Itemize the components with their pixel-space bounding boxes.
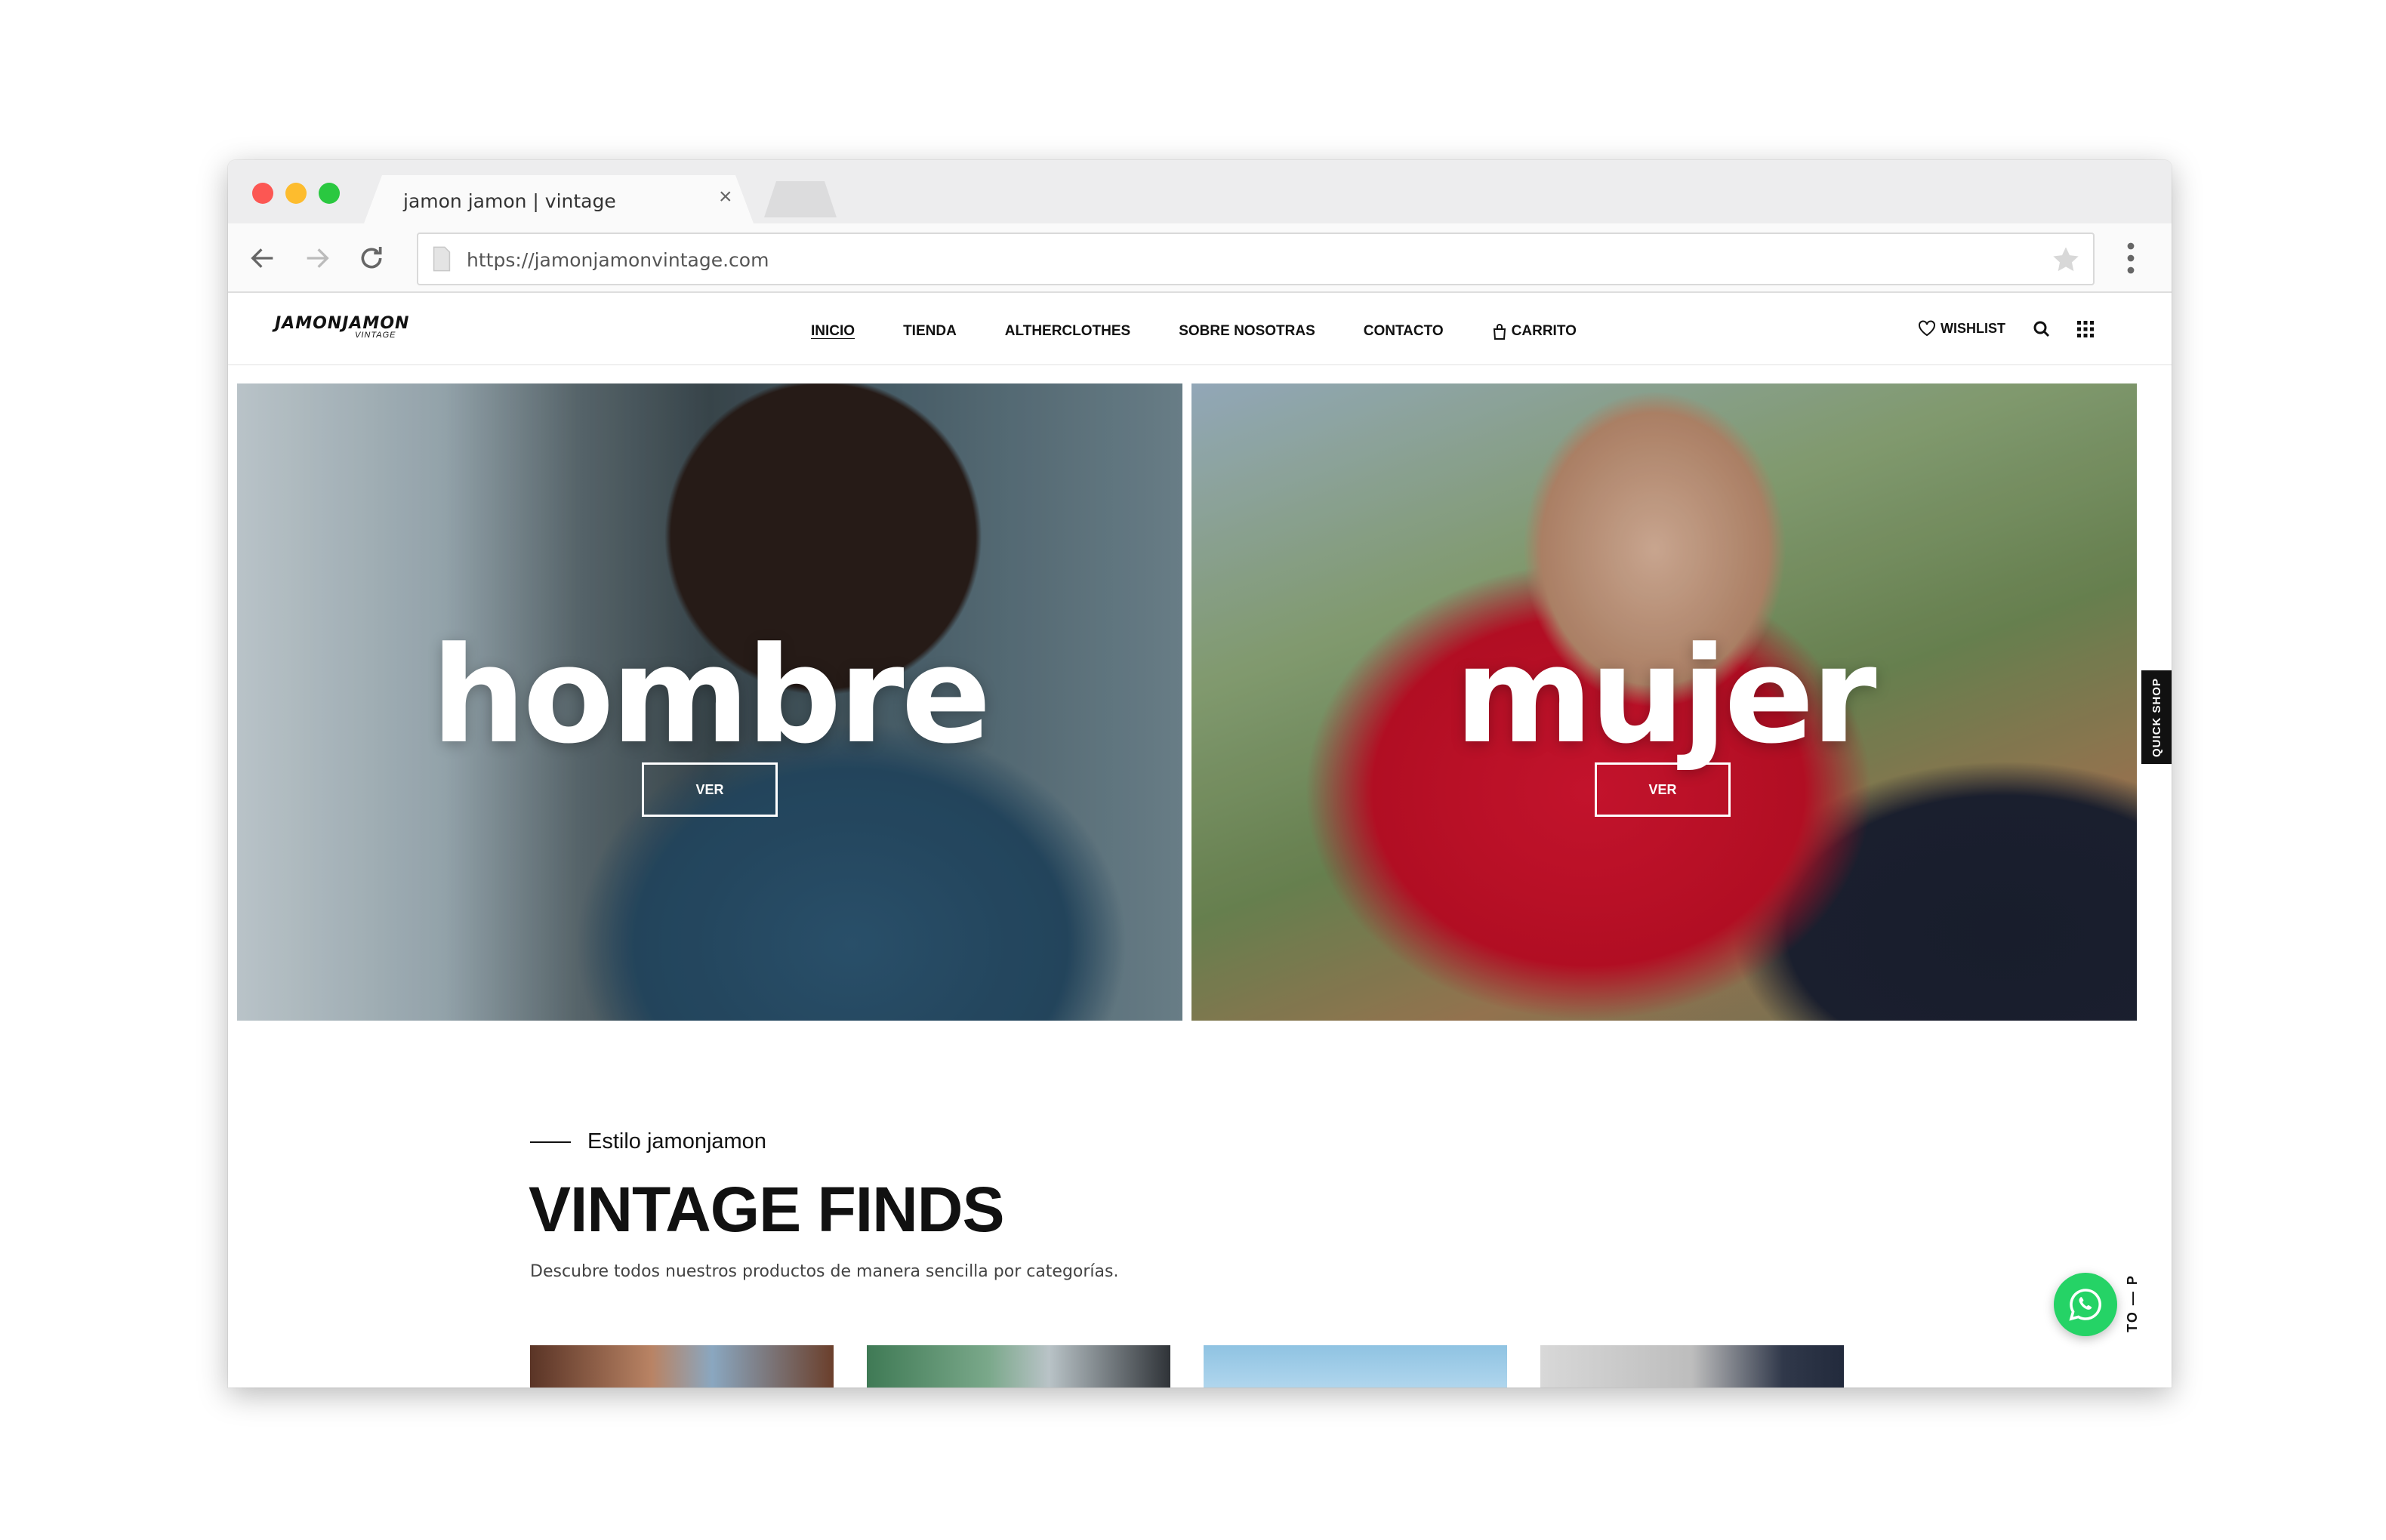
- maximize-window-button[interactable]: [319, 183, 340, 204]
- back-button[interactable]: [243, 239, 282, 278]
- hero-banner-hombre[interactable]: hombre VER: [237, 383, 1182, 1021]
- tab-title: jamon jamon | vintage: [403, 190, 616, 212]
- section-description: Descubre todos nuestros productos de man…: [530, 1262, 1119, 1281]
- quick-shop-tab[interactable]: QUICK SHOP: [2141, 670, 2172, 764]
- nav-item-carrito[interactable]: CARRITO: [1492, 320, 1577, 343]
- hero-title-mujer: mujer: [1454, 618, 1876, 773]
- browser-tab-active[interactable]: jamon jamon | vintage ×: [364, 175, 754, 223]
- browser-window: jamon jamon | vintage × https://jamonjam…: [228, 160, 2172, 1388]
- logo-sub-text: VINTAGE: [355, 331, 396, 340]
- heart-icon: [1919, 320, 1935, 337]
- nav-item-inicio[interactable]: INICIO: [811, 320, 855, 343]
- arrow-left-icon: [251, 248, 273, 268]
- browser-titlebar: jamon jamon | vintage ×: [228, 160, 2172, 223]
- site-header: JAMONJAMON VINTAGE INICIO TIENDA ALTHERC…: [228, 293, 2172, 365]
- close-window-button[interactable]: [252, 183, 273, 204]
- url-text: https://jamonjamonvintage.com: [467, 249, 769, 271]
- grid-menu-icon[interactable]: [2076, 320, 2095, 338]
- nav-item-contacto[interactable]: CONTACTO: [1364, 320, 1444, 343]
- main-navigation: INICIO TIENDA ALTHERCLOTHES SOBRE NOSOTR…: [811, 320, 1577, 343]
- quick-shop-label: QUICK SHOP: [2150, 677, 2163, 757]
- category-thumbnail[interactable]: [530, 1345, 834, 1388]
- bookmark-star-icon[interactable]: [2051, 245, 2081, 275]
- new-tab-button[interactable]: [764, 181, 837, 217]
- tab-close-icon[interactable]: ×: [719, 186, 732, 208]
- hero-title-hombre: hombre: [431, 618, 991, 773]
- scroll-to-top-label: TO — P: [2124, 1274, 2140, 1332]
- hero-banner-mujer[interactable]: mujer VER: [1191, 383, 2137, 1021]
- website-viewport: JAMONJAMON VINTAGE INICIO TIENDA ALTHERC…: [228, 293, 2172, 1388]
- site-logo[interactable]: JAMONJAMON VINTAGE: [275, 314, 411, 340]
- nav-item-tienda[interactable]: TIENDA: [903, 320, 957, 343]
- whatsapp-icon: [2069, 1289, 2101, 1321]
- category-thumbnail[interactable]: [867, 1345, 1170, 1388]
- search-icon[interactable]: [2033, 320, 2051, 338]
- wishlist-label: WISHLIST: [1941, 320, 2005, 336]
- kicker-line: [530, 1141, 571, 1143]
- nav-item-altherclothes[interactable]: ALTHERCLOTHES: [1005, 320, 1130, 343]
- bag-icon: [1493, 324, 1506, 340]
- section-kicker: Estilo jamonjamon: [530, 1129, 766, 1154]
- ver-hombre-button[interactable]: VER: [642, 762, 778, 817]
- browser-toolbar: https://jamonjamonvintage.com: [228, 223, 2172, 293]
- category-thumbnail[interactable]: [1204, 1345, 1507, 1388]
- browser-menu-icon[interactable]: [2125, 242, 2137, 275]
- category-thumbnails: [530, 1345, 1844, 1388]
- ver-mujer-button[interactable]: VER: [1595, 762, 1731, 817]
- section-kicker-text: Estilo jamonjamon: [587, 1129, 766, 1153]
- minimize-window-button[interactable]: [285, 183, 307, 204]
- forward-button[interactable]: [297, 239, 337, 278]
- arrow-right-icon: [307, 248, 329, 268]
- page-icon: [433, 246, 451, 272]
- reload-icon: [361, 247, 382, 269]
- category-thumbnail[interactable]: [1540, 1345, 1844, 1388]
- section-title: VINTAGE FINDS: [529, 1174, 1004, 1245]
- scroll-to-top[interactable]: TO — P: [2117, 1258, 2147, 1348]
- reload-button[interactable]: [352, 239, 391, 278]
- whatsapp-button[interactable]: [2054, 1273, 2117, 1336]
- wishlist-link[interactable]: WISHLIST: [1918, 320, 2005, 337]
- nav-item-sobre-nosotras[interactable]: SOBRE NOSOTRAS: [1179, 320, 1315, 343]
- address-bar[interactable]: https://jamonjamonvintage.com: [417, 233, 2095, 285]
